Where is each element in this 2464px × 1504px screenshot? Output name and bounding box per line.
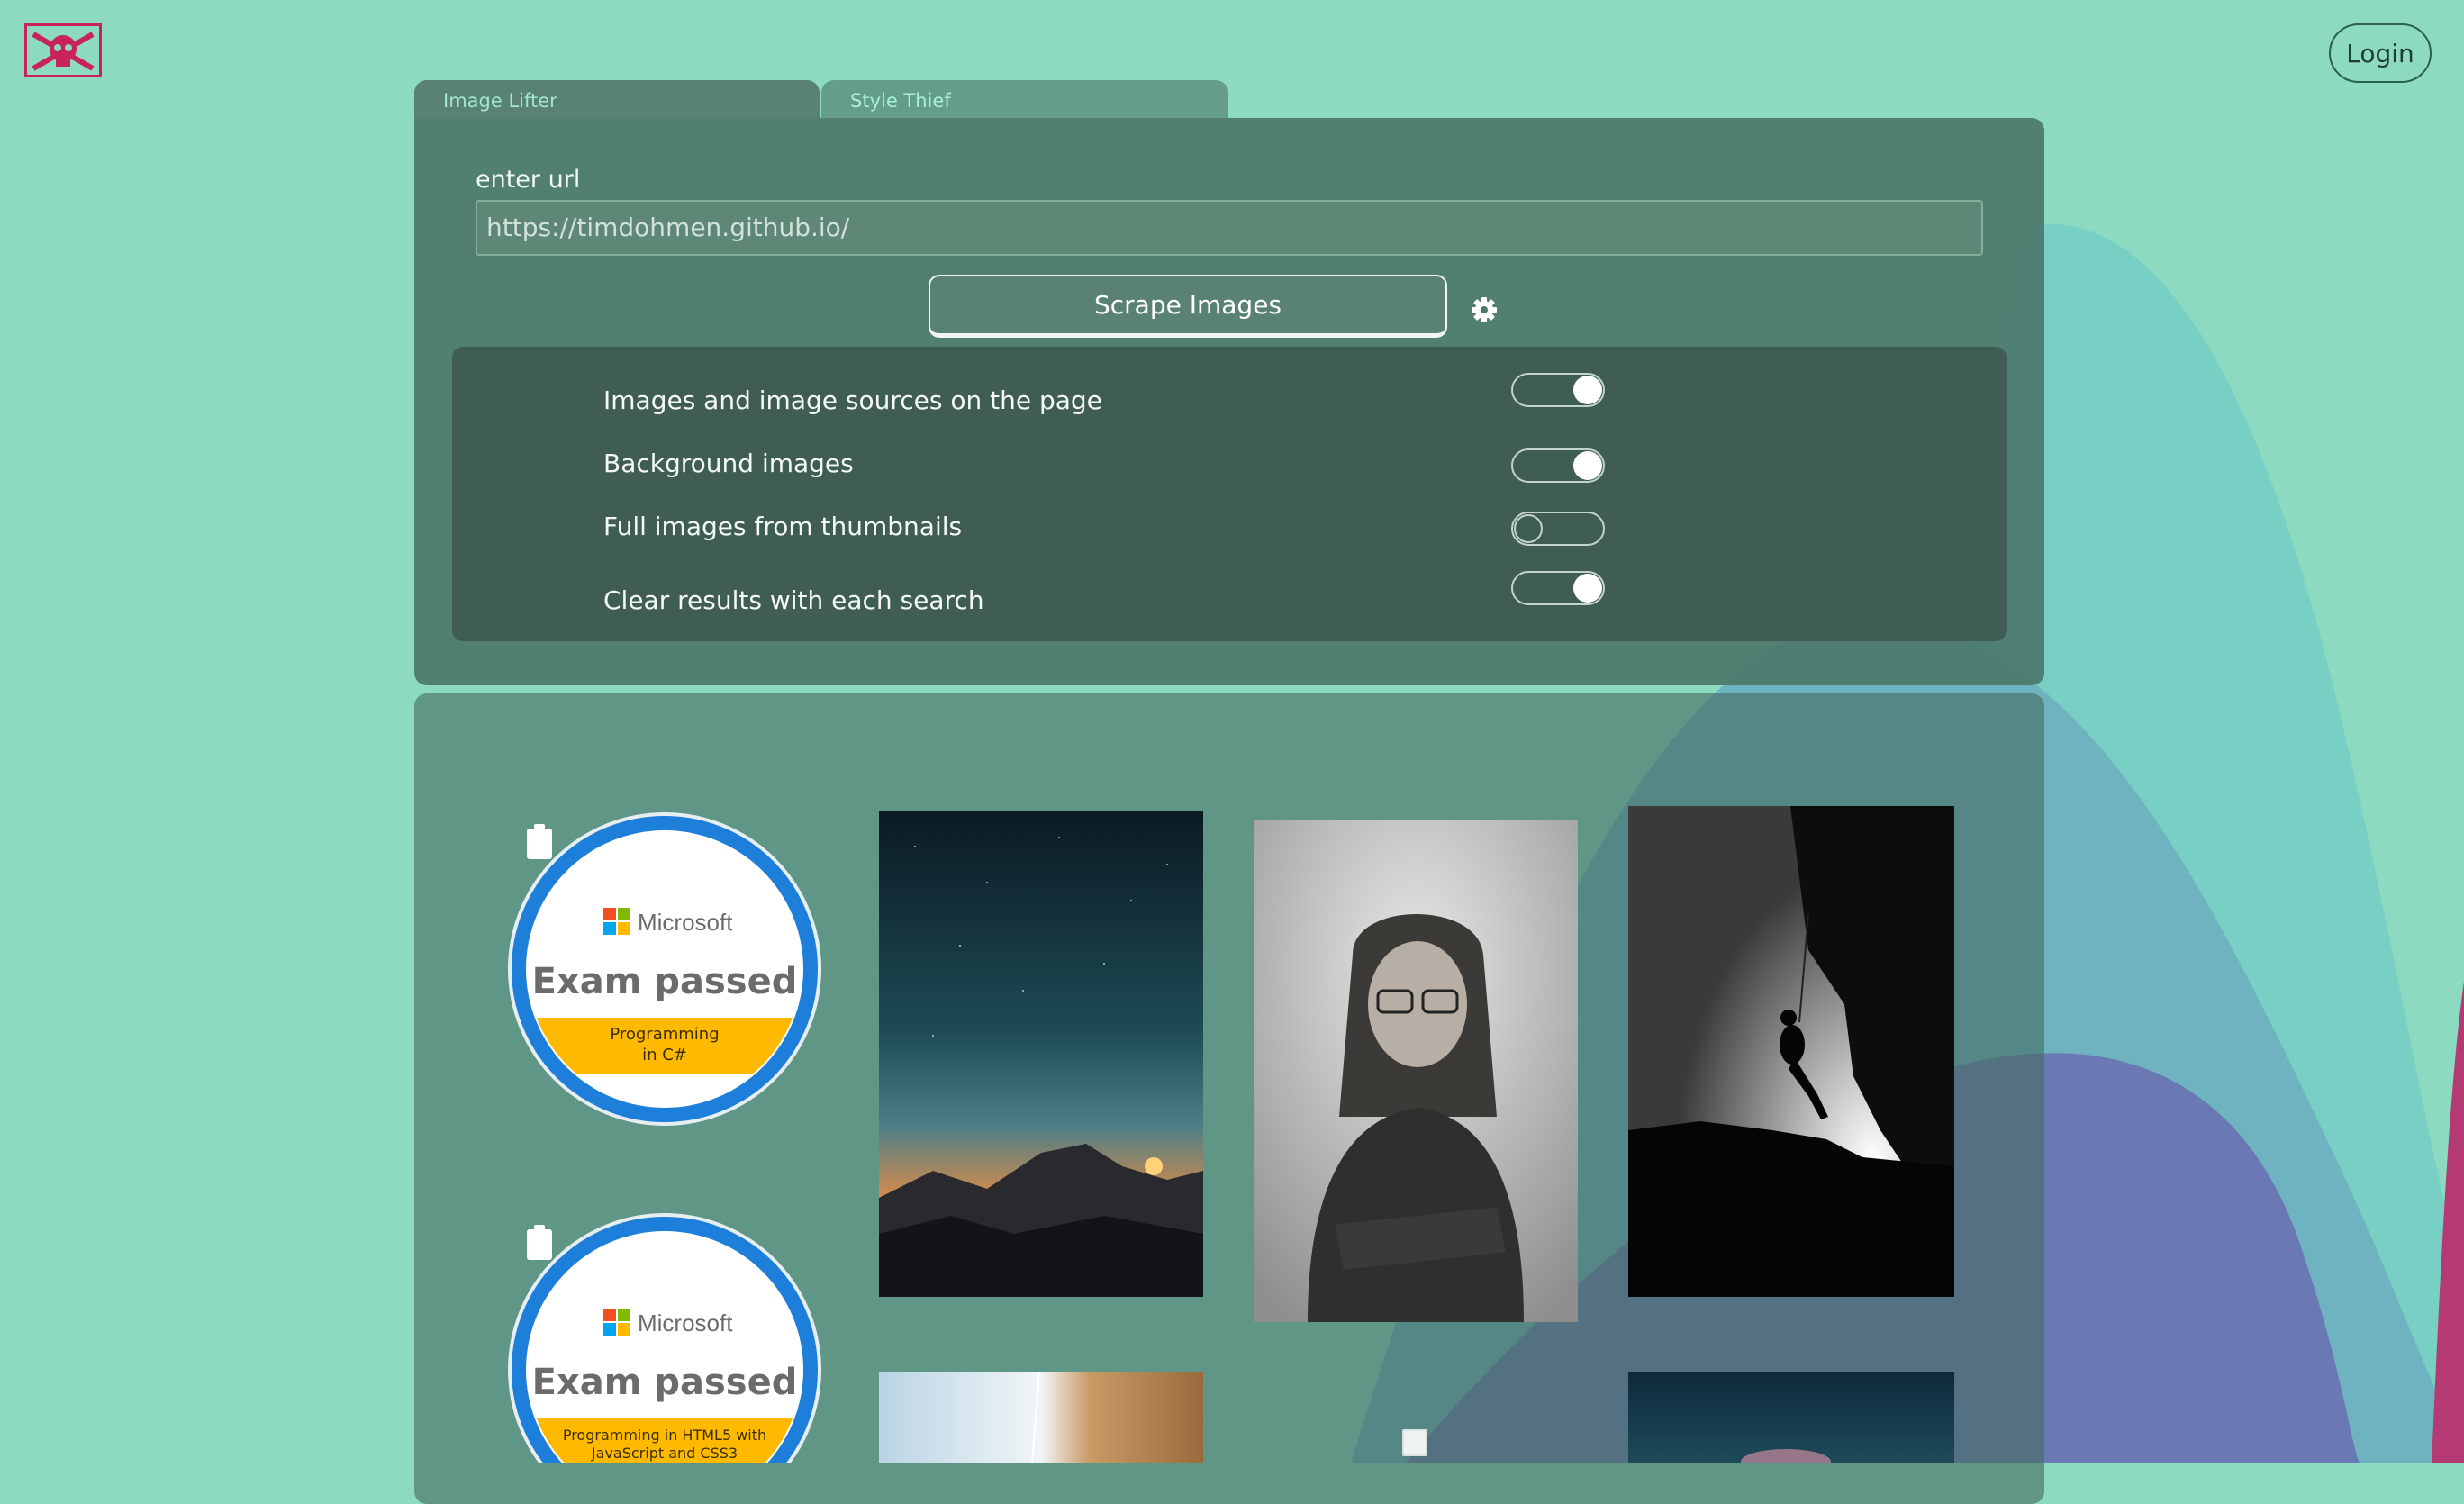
tab-style-thief[interactable]: Style Thief [821,80,1228,118]
badge-line1: Programming in HTML5 with [563,1427,766,1444]
gear-icon[interactable] [1470,295,1499,324]
badge-brand: Microsoft [638,909,733,936]
result-image-climber[interactable] [1628,806,1954,1297]
option-label-background: Background images [603,448,854,478]
toggle-knob [1514,514,1543,543]
toggle-clear[interactable] [1511,571,1605,605]
skull-crossbones-icon[interactable] [24,23,102,77]
result-image-badge-csharp[interactable]: Microsoft Exam passed Programming in C# [504,809,825,1129]
scrape-images-button[interactable]: Scrape Images [929,275,1447,338]
login-button[interactable]: Login [2329,23,2432,83]
toggle-knob [1573,376,1602,404]
toggle-images[interactable] [1511,373,1605,407]
option-label-thumbnails: Full images from thumbnails [603,512,963,541]
result-image-badge-html5[interactable]: Microsoft Exam passed Programming in HTM… [504,1210,825,1463]
badge-brand: Microsoft [638,1309,733,1336]
tab-image-lifter[interactable]: Image Lifter [414,80,820,118]
toggle-background[interactable] [1511,448,1605,483]
badge-line2: JavaScript and CSS3 [591,1445,738,1462]
badge-line1: Programming [610,1025,719,1044]
toggle-knob [1573,451,1602,480]
result-image-cliff[interactable] [879,1372,1203,1463]
toggle-thumbnails[interactable] [1511,512,1605,546]
option-label-clear: Clear results with each search [603,585,984,615]
badge-title: Exam passed [532,961,798,1002]
option-label-images: Images and image sources on the page [603,385,1102,415]
badge-title: Exam passed [532,1362,798,1403]
url-label: enter url [476,166,581,194]
badge-line2: in C# [642,1046,687,1065]
toggle-knob [1573,574,1602,603]
url-input[interactable]: https://timdohmen.github.io/ [476,200,1983,256]
result-image-night[interactable] [1628,1372,1954,1463]
result-image-night-sky[interactable] [879,811,1203,1297]
broken-image-placeholder[interactable] [1402,1429,1427,1456]
result-image-portrait[interactable] [1254,820,1578,1322]
